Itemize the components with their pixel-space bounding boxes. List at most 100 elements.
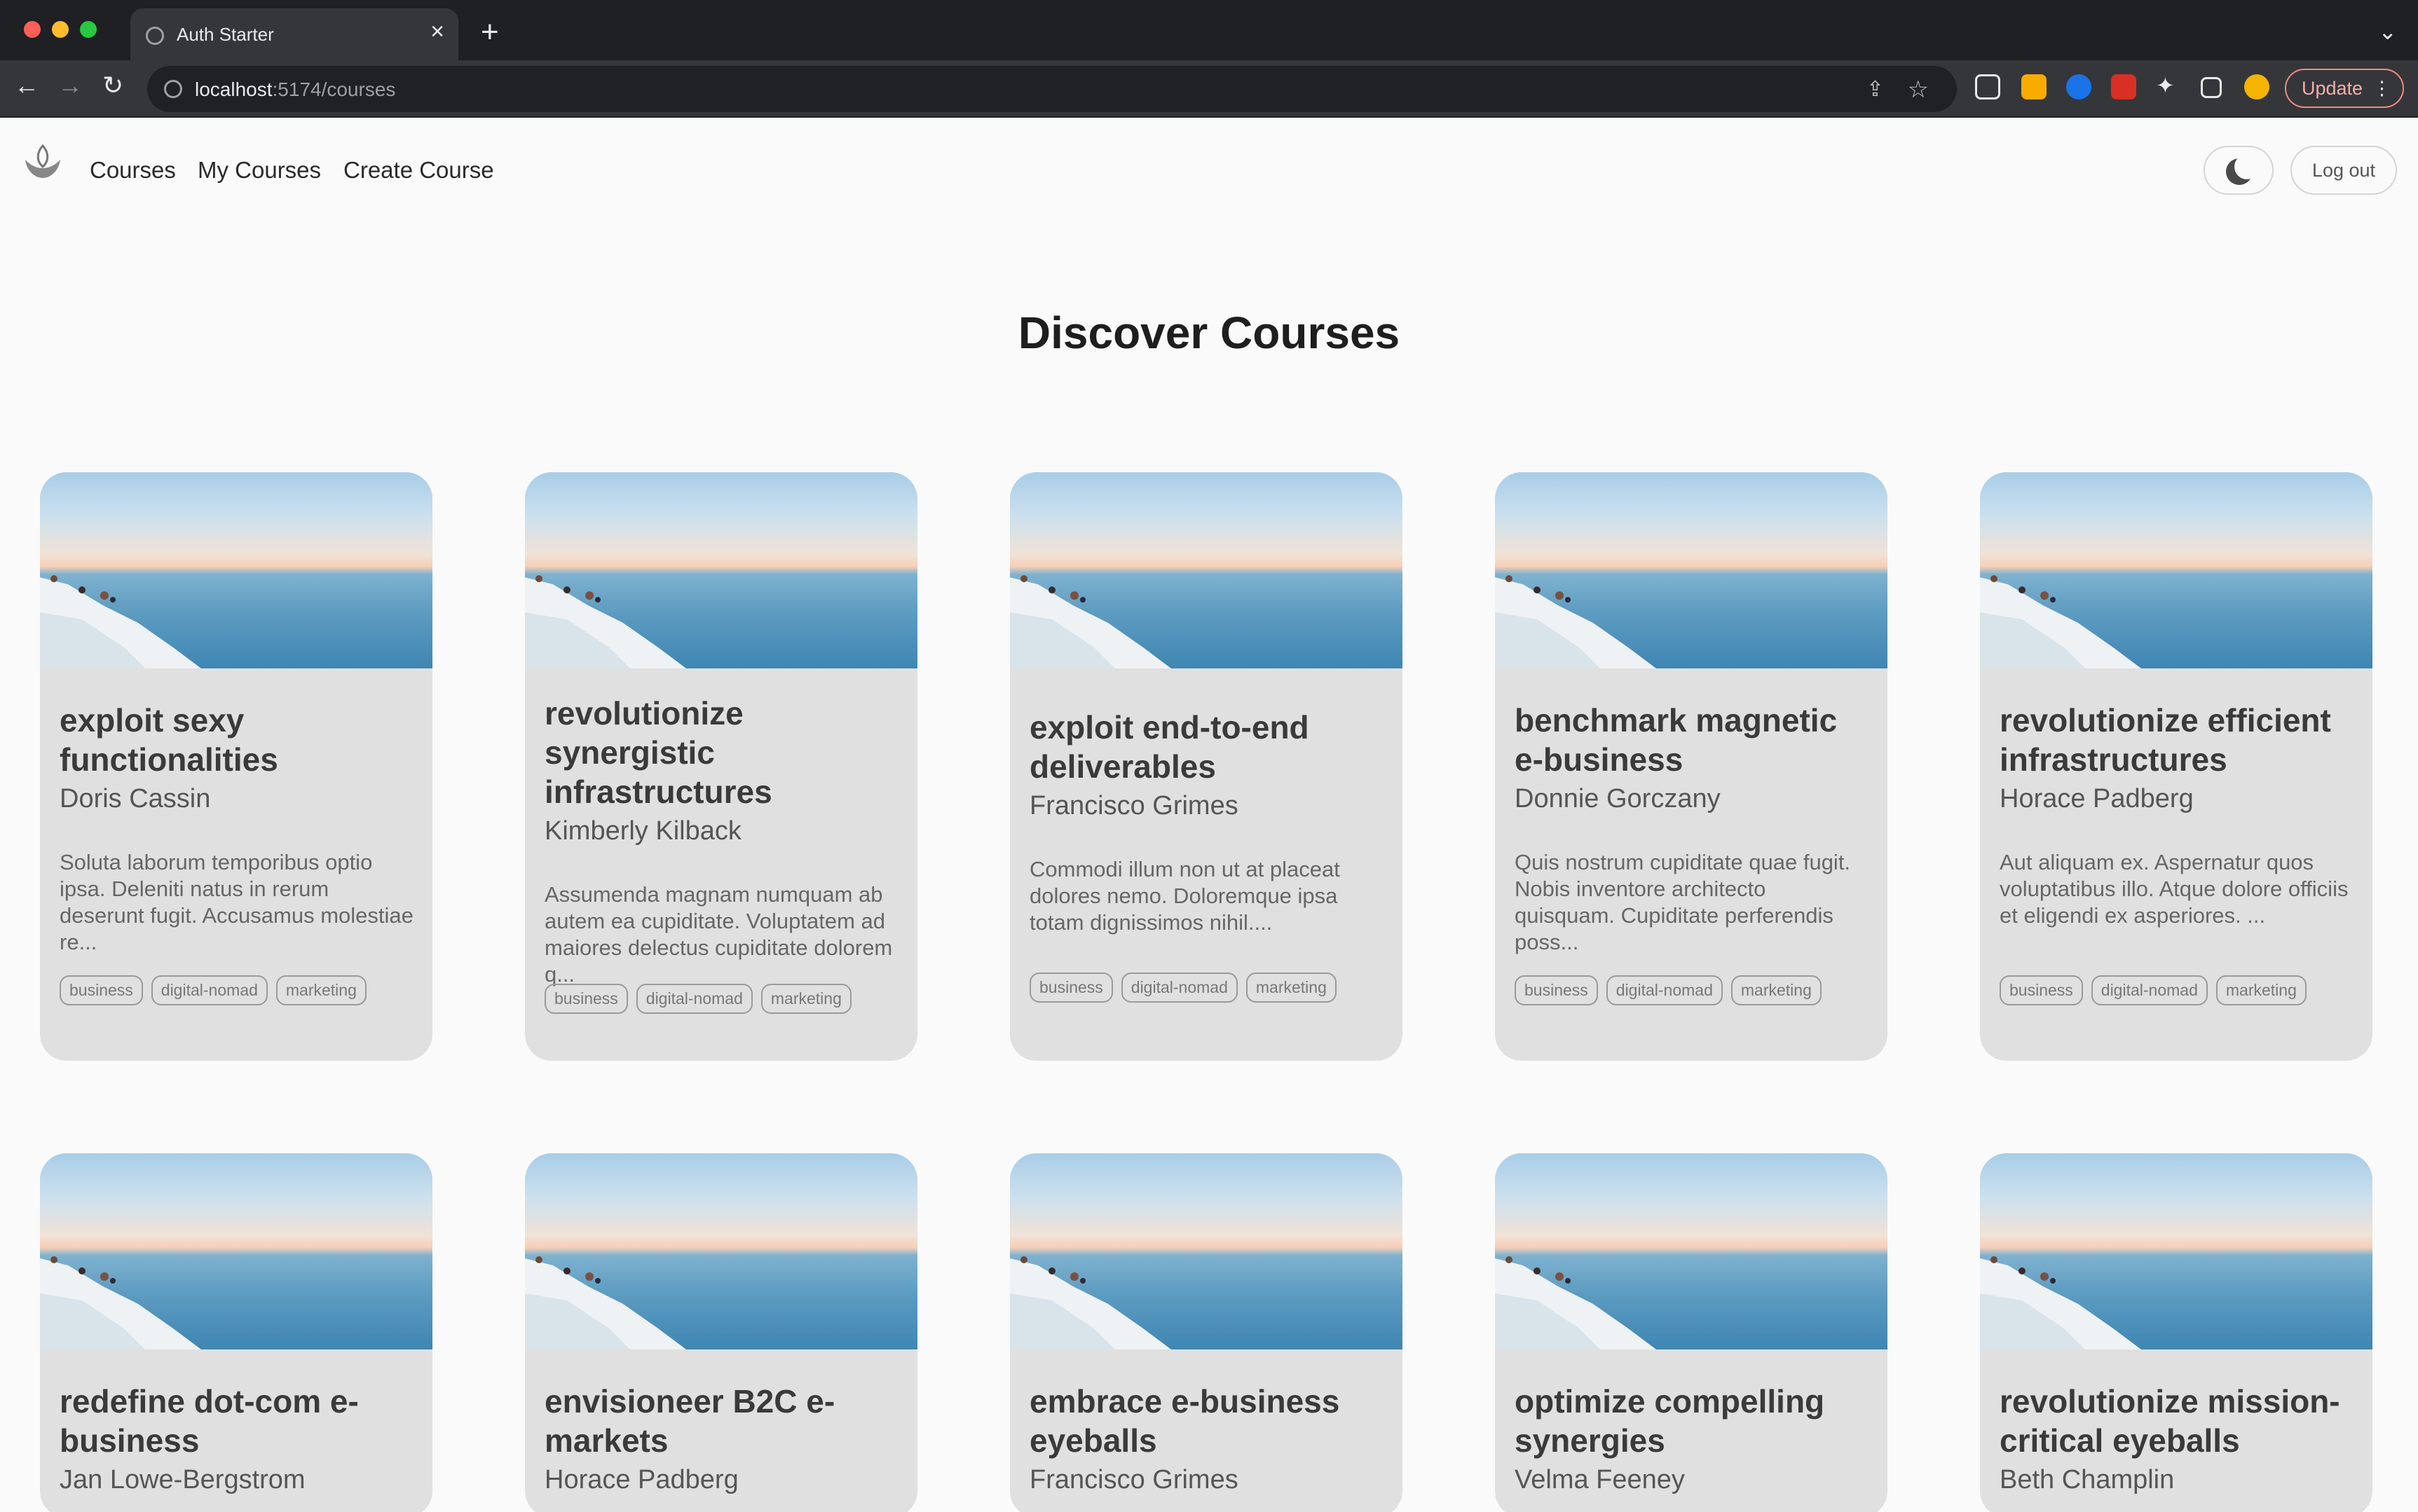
logout-button[interactable]: Log out: [2290, 146, 2397, 195]
player-extension-icon[interactable]: [2066, 74, 2091, 99]
star-icon[interactable]: ☆: [1908, 76, 1929, 104]
course-tag[interactable]: business: [1515, 975, 1598, 1005]
nav-create-course-link[interactable]: Create Course: [343, 157, 494, 184]
page-title: Discover Courses: [1018, 308, 1400, 358]
window-close-button[interactable]: [24, 21, 41, 38]
course-card[interactable]: redefine dot-com e-business Jan Lowe-Berg…: [40, 1153, 432, 1512]
course-author: Kimberly Kilback: [545, 816, 742, 846]
course-tags: business digital-nomad marketing: [60, 975, 375, 1005]
course-author: Horace Padberg: [2000, 784, 2194, 813]
sidebar-icon[interactable]: [2201, 77, 2222, 98]
app-header: Courses My Courses Create Course Log out: [0, 119, 2418, 217]
course-description: Assumenda magnam numquam ab autem ea cup…: [545, 882, 893, 987]
course-author: Francisco Grimes: [1030, 791, 1238, 820]
course-card[interactable]: revolutionize efficient infrastructures H…: [1980, 472, 2372, 1061]
course-tags: business digital-nomad marketing: [1030, 973, 1345, 1003]
course-thumbnail-image: [1495, 472, 1887, 668]
course-card[interactable]: revolutionize mission-critical eyeballs B…: [1980, 1153, 2372, 1512]
address-bar[interactable]: localhost:5174/courses ⇪ ☆: [147, 66, 1957, 112]
course-card[interactable]: optimize compelling synergies Velma Feene…: [1495, 1153, 1887, 1512]
course-tag[interactable]: business: [1030, 973, 1113, 1003]
browser-tab[interactable]: Auth Starter ×: [130, 8, 458, 60]
url-text[interactable]: localhost:5174/courses: [195, 78, 395, 101]
kebab-icon: ⋮: [2372, 78, 2391, 99]
course-author: Francisco Grimes: [1030, 1465, 1238, 1494]
course-title[interactable]: embrace e-business eyeballs: [1030, 1382, 1386, 1460]
course-tag[interactable]: business: [545, 984, 628, 1014]
course-thumbnail-image: [1980, 472, 2372, 668]
course-title[interactable]: benchmark magnetic e-business: [1515, 701, 1871, 779]
notion-extension-icon[interactable]: [1975, 74, 2000, 99]
course-thumbnail-image: [40, 472, 432, 668]
course-card[interactable]: exploit sexy functionalities Doris Cassin…: [40, 472, 432, 1061]
update-button[interactable]: Update ⋮: [2285, 69, 2404, 108]
course-author: Beth Champlin: [2000, 1465, 2175, 1494]
course-description: Aut aliquam ex. Aspernatur quos voluptat…: [2000, 850, 2349, 928]
course-title[interactable]: revolutionize mission-critical eyeballs: [2000, 1382, 2356, 1460]
course-thumbnail-image: [525, 1153, 917, 1349]
course-title[interactable]: exploit end-to-end deliverables: [1030, 708, 1386, 786]
close-icon[interactable]: ×: [430, 20, 444, 43]
new-tab-button[interactable]: +: [481, 17, 499, 48]
course-description: Soluta laborum temporibus optio ipsa. De…: [60, 850, 414, 954]
course-card[interactable]: exploit end-to-end deliverables Francisco…: [1010, 472, 1402, 1061]
course-tag[interactable]: business: [60, 975, 143, 1005]
browser-tab-bar: Auth Starter × + ⌄: [0, 0, 2418, 60]
course-author: Velma Feeney: [1515, 1465, 1685, 1494]
window-maximize-button[interactable]: [80, 21, 97, 38]
course-description: Commodi illum non ut at placeat dolores …: [1030, 857, 1340, 935]
nav-courses-link[interactable]: Courses: [90, 157, 176, 184]
tab-title: Auth Starter: [177, 24, 274, 45]
course-tag[interactable]: marketing: [275, 975, 367, 1005]
globe-icon: [146, 27, 164, 45]
course-title[interactable]: exploit sexy functionalities: [60, 701, 416, 779]
course-author: Doris Cassin: [60, 784, 211, 813]
course-tag[interactable]: digital-nomad: [1121, 973, 1238, 1003]
course-tags: business digital-nomad marketing: [1515, 975, 1830, 1005]
back-icon[interactable]: ←: [14, 73, 39, 98]
course-thumbnail-image: [1495, 1153, 1887, 1349]
course-title[interactable]: redefine dot-com e-business: [60, 1382, 416, 1460]
share-icon[interactable]: ⇪: [1866, 77, 1884, 102]
course-description: Quis nostrum cupiditate quae fugit. Nobi…: [1515, 850, 1851, 954]
chevron-down-icon[interactable]: ⌄: [2378, 18, 2397, 45]
course-tag[interactable]: digital-nomad: [2091, 975, 2208, 1005]
course-title[interactable]: revolutionize synergistic infrastructure…: [545, 694, 901, 811]
course-thumbnail-image: [525, 472, 917, 668]
course-tag[interactable]: marketing: [2215, 975, 2307, 1005]
notes-extension-icon[interactable]: [2021, 74, 2047, 99]
window-minimize-button[interactable]: [52, 21, 69, 38]
info-icon[interactable]: [164, 80, 182, 98]
course-thumbnail-image: [1980, 1153, 2372, 1349]
nav-my-courses-link[interactable]: My Courses: [198, 157, 321, 184]
course-title[interactable]: envisioneer B2C e-markets: [545, 1382, 901, 1460]
course-title[interactable]: optimize compelling synergies: [1515, 1382, 1871, 1460]
course-thumbnail-image: [1010, 472, 1402, 668]
red-extension-icon[interactable]: [2111, 74, 2136, 99]
course-tag[interactable]: digital-nomad: [636, 984, 753, 1014]
moon-icon: [2226, 154, 2260, 185]
course-tags: business digital-nomad marketing: [545, 984, 860, 1014]
course-tag[interactable]: marketing: [760, 984, 852, 1014]
course-tag[interactable]: digital-nomad: [1606, 975, 1723, 1005]
browser-toolbar: ← → ↻ localhost:5174/courses ⇪ ☆ ✦ Updat…: [0, 60, 2418, 118]
course-card[interactable]: embrace e-business eyeballs Francisco Gri…: [1010, 1153, 1402, 1512]
course-card[interactable]: benchmark magnetic e-business Donnie Gorc…: [1495, 472, 1887, 1061]
course-author: Donnie Gorczany: [1515, 784, 1721, 813]
forward-icon[interactable]: →: [57, 73, 83, 98]
course-card[interactable]: revolutionize synergistic infrastructure…: [525, 472, 917, 1061]
profile-avatar[interactable]: [2244, 74, 2269, 99]
theme-toggle-button[interactable]: [2204, 146, 2274, 195]
course-tag[interactable]: business: [2000, 975, 2083, 1005]
lotus-logo-icon[interactable]: [21, 142, 64, 185]
course-tag[interactable]: digital-nomad: [151, 975, 268, 1005]
course-title[interactable]: revolutionize efficient infrastructures: [2000, 701, 2356, 779]
course-tag[interactable]: marketing: [1730, 975, 1822, 1005]
puzzle-icon[interactable]: ✦: [2156, 74, 2175, 97]
course-tag[interactable]: marketing: [1245, 973, 1337, 1003]
reload-icon[interactable]: ↻: [102, 73, 123, 98]
course-card[interactable]: envisioneer B2C e-markets Horace Padberg: [525, 1153, 917, 1512]
course-thumbnail-image: [1010, 1153, 1402, 1349]
course-tags: business digital-nomad marketing: [2000, 975, 2315, 1005]
course-author: Horace Padberg: [545, 1465, 739, 1494]
